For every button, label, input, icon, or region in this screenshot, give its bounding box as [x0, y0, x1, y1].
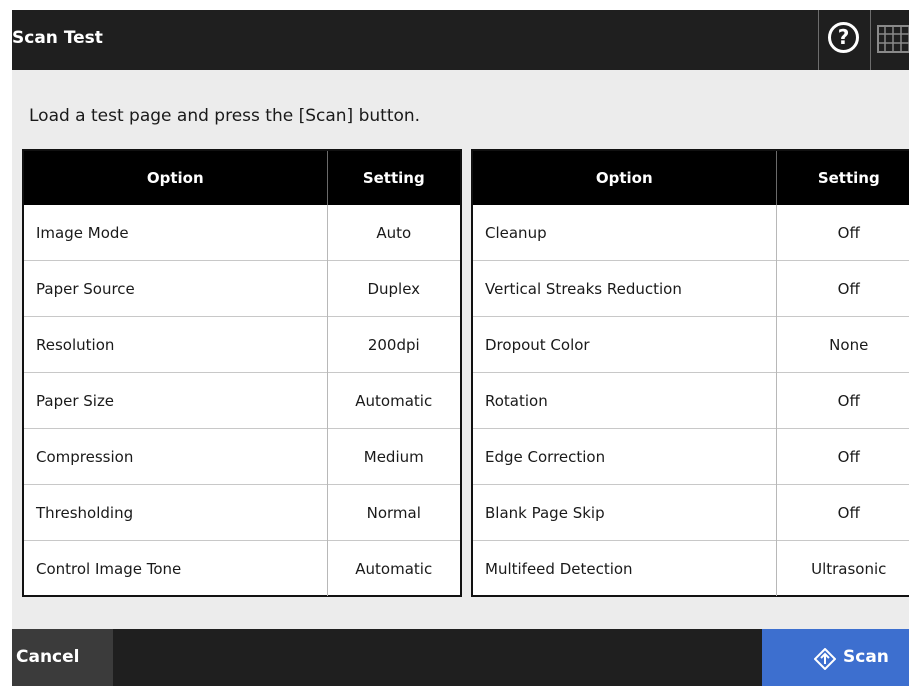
instruction-text: Load a test page and press the [Scan] bu… [29, 106, 421, 126]
footer-bar: Cancel Scan [12, 629, 909, 686]
table-row: Edge Correction Off [473, 428, 909, 485]
table-row: Paper Size Automatic [24, 372, 460, 429]
option-name: Image Mode [36, 223, 129, 242]
option-setting: Auto [326, 205, 460, 261]
option-setting: Normal [326, 484, 460, 541]
table-row: Thresholding Normal [24, 484, 460, 541]
option-name: Vertical Streaks Reduction [473, 260, 776, 317]
option-setting: Duplex [326, 260, 460, 317]
scan-diamond-icon [814, 648, 836, 670]
option-setting: Off [775, 260, 909, 317]
option-setting: Medium [326, 428, 460, 485]
option-name: Resolution [24, 316, 327, 373]
table-row: Compression Medium [24, 428, 460, 485]
scan-button-label: Scan [843, 647, 889, 667]
option-name: Cleanup [485, 223, 547, 242]
page-title: Scan Test [12, 28, 103, 48]
settings-table-left: Option Setting Image Mode Auto Paper Sou… [22, 149, 462, 597]
keyboard-button[interactable] [870, 10, 909, 70]
keyboard-icon [877, 25, 909, 53]
option-setting: Off [775, 484, 909, 541]
help-circle-icon: ? [828, 22, 859, 53]
option-name: Rotation [473, 372, 776, 429]
option-name: Compression [24, 428, 327, 485]
help-button[interactable]: ? [818, 10, 870, 70]
table-row: Paper Source Duplex [24, 260, 460, 317]
table-row: Rotation Off [473, 372, 909, 429]
option-name: Control Image Tone [24, 540, 327, 596]
option-name: Blank Page Skip [473, 484, 776, 541]
table-header-row: Option Setting [473, 151, 909, 205]
option-name: Multifeed Detection [473, 540, 776, 596]
title-bar: Scan Test ? [12, 10, 909, 70]
option-name: Paper Size [24, 372, 327, 429]
scan-test-screen: Scan Test ? Load a test page and press t… [12, 10, 909, 686]
table-row: Image Mode Auto [24, 205, 460, 261]
option-name: Paper Source [24, 260, 327, 317]
option-setting: Off [775, 205, 909, 261]
option-name: Dropout Color [473, 316, 776, 373]
cancel-button[interactable]: Cancel [12, 629, 113, 686]
setting-column-header: Setting [775, 151, 909, 205]
table-header-row: Option Setting [24, 151, 460, 205]
option-name: Thresholding [24, 484, 327, 541]
table-row: Blank Page Skip Off [473, 484, 909, 541]
option-setting: Off [775, 372, 909, 429]
settings-table-right: Option Setting Cleanup Off Vertical Stre… [471, 149, 909, 597]
setting-column-header: Setting [326, 151, 460, 205]
table-row: Dropout Color None [473, 316, 909, 373]
table-row: Resolution 200dpi [24, 316, 460, 373]
table-row: Control Image Tone Automatic [24, 540, 460, 596]
option-setting: Off [775, 428, 909, 485]
option-setting: Automatic [326, 372, 460, 429]
scan-button[interactable]: Scan [762, 629, 909, 686]
option-setting: 200dpi [326, 316, 460, 373]
option-column-header: Option [473, 151, 776, 205]
option-column-header: Option [24, 151, 327, 205]
table-row: Multifeed Detection Ultrasonic [473, 540, 909, 596]
table-row: Cleanup Off [473, 205, 909, 261]
option-setting: Automatic [326, 540, 460, 596]
option-name: Edge Correction [473, 428, 776, 485]
option-setting: Ultrasonic [775, 540, 909, 596]
table-row: Vertical Streaks Reduction Off [473, 260, 909, 317]
option-setting: None [775, 316, 909, 373]
